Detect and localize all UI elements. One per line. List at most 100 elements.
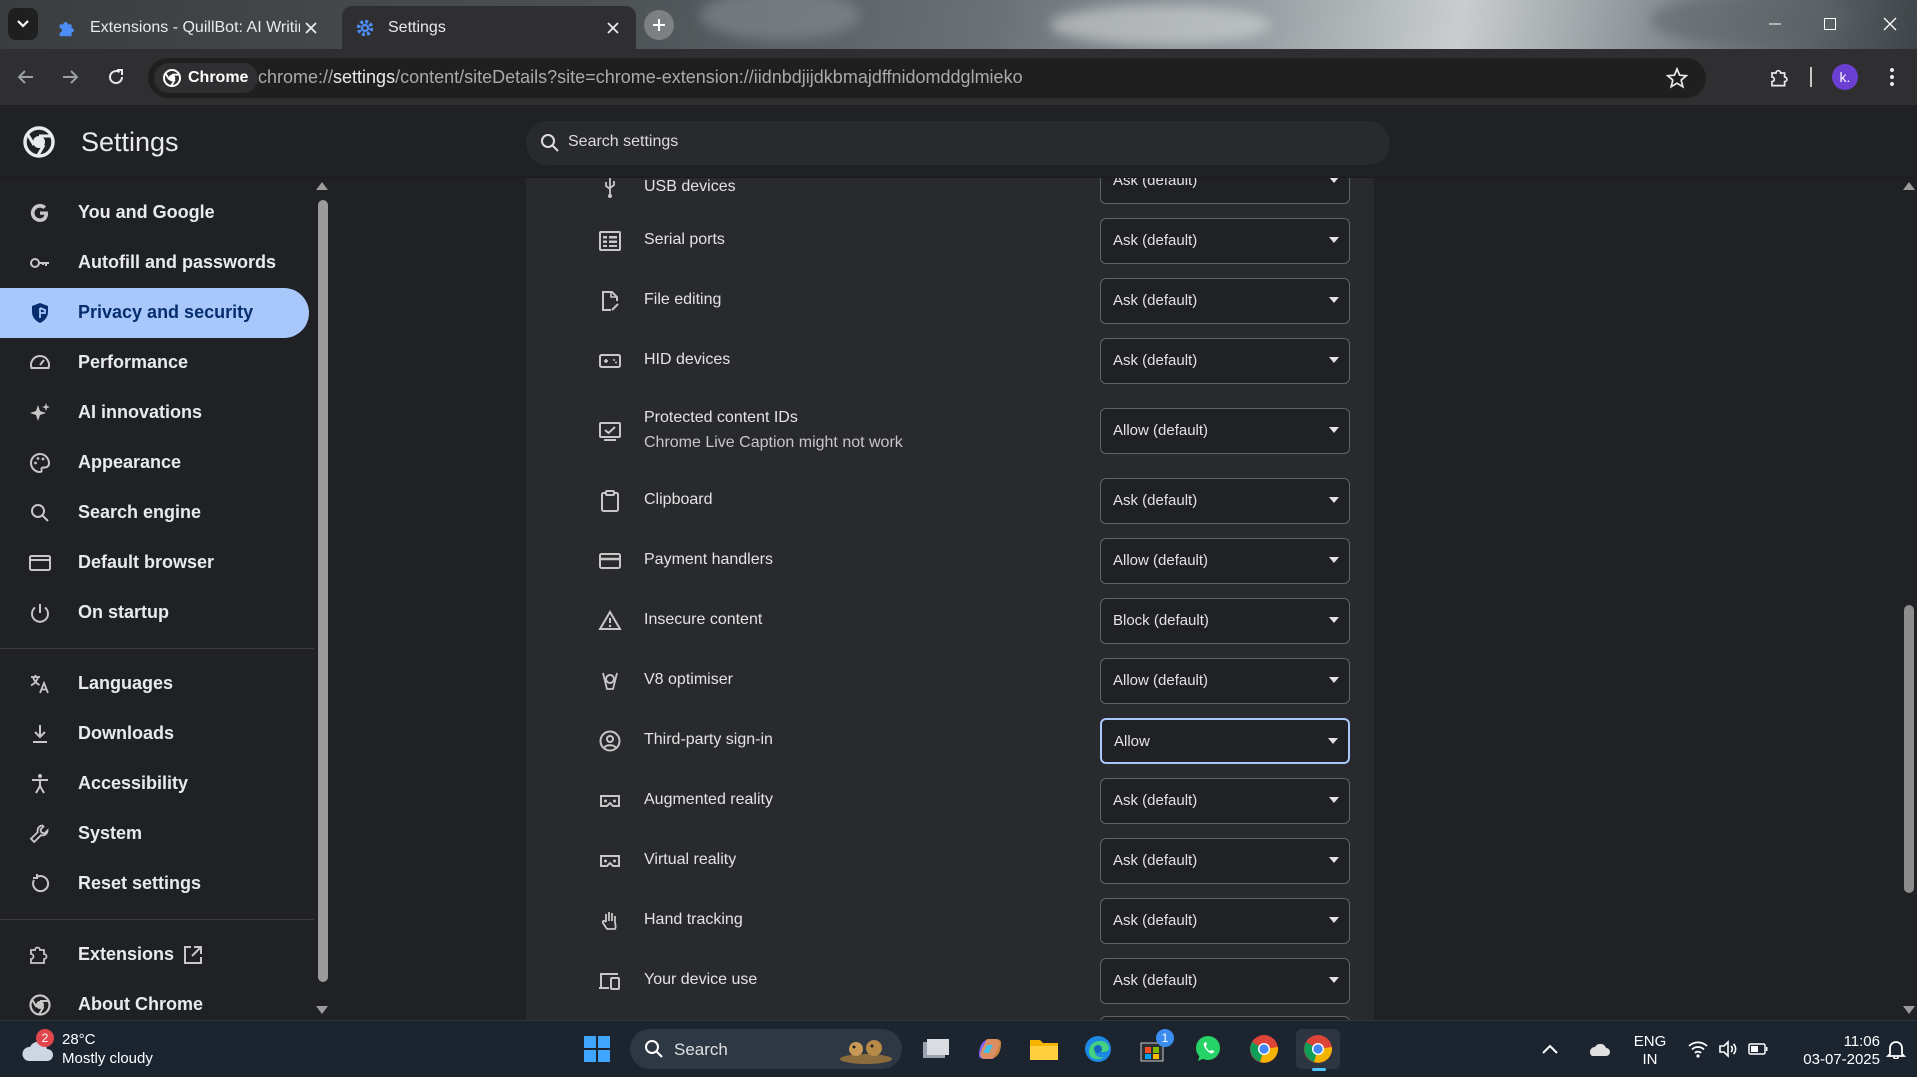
sidebar-item-languages[interactable]: Languages bbox=[0, 659, 309, 709]
file-explorer-button[interactable] bbox=[1022, 1029, 1066, 1069]
main-scrollbar-thumb[interactable] bbox=[1904, 605, 1914, 893]
permission-select[interactable]: Ask (default) bbox=[1100, 178, 1350, 204]
menu-button[interactable] bbox=[1876, 61, 1908, 93]
microsoft-store-button[interactable]: 1 bbox=[1130, 1029, 1174, 1069]
whatsapp-button[interactable] bbox=[1186, 1029, 1230, 1069]
sidebar-scrollbar-thumb[interactable] bbox=[318, 200, 328, 982]
select-value: Allow bbox=[1114, 733, 1150, 750]
permission-select[interactable]: Ask (default) bbox=[1100, 958, 1350, 1004]
scroll-up-icon bbox=[316, 182, 328, 190]
forward-button[interactable] bbox=[54, 61, 86, 93]
permission-label: USB devices bbox=[644, 178, 736, 195]
scroll-down-icon[interactable] bbox=[1903, 1006, 1915, 1014]
tab-search-button[interactable] bbox=[8, 8, 38, 40]
start-button[interactable] bbox=[575, 1029, 619, 1069]
select-value: Allow (default) bbox=[1113, 672, 1209, 689]
minimize-button[interactable] bbox=[1755, 8, 1795, 40]
scroll-up-icon[interactable] bbox=[1903, 182, 1915, 190]
url-text[interactable]: chrome://settings/content/siteDetails?si… bbox=[258, 67, 1023, 88]
language-indicator[interactable]: ENG IN bbox=[1628, 1033, 1672, 1069]
close-window-button[interactable] bbox=[1870, 8, 1910, 40]
select-value: Ask (default) bbox=[1113, 912, 1198, 929]
permission-select[interactable]: Ask (default) bbox=[1100, 278, 1350, 324]
permission-select[interactable]: Allow (default) bbox=[1100, 408, 1350, 454]
permission-select[interactable]: Ask (default) bbox=[1100, 338, 1350, 384]
windows-logo-icon bbox=[584, 1036, 610, 1062]
close-icon bbox=[1883, 17, 1897, 31]
task-view-button[interactable] bbox=[914, 1029, 958, 1069]
copilot-button[interactable] bbox=[968, 1029, 1012, 1069]
edge-button[interactable] bbox=[1076, 1029, 1120, 1069]
tab-extensions[interactable]: Extensions - QuillBot: AI Writing bbox=[44, 6, 334, 49]
permission-label: Your device use bbox=[644, 971, 758, 988]
permission-select[interactable]: Block (default) bbox=[1100, 598, 1350, 644]
permission-select[interactable]: Ask (default) bbox=[1100, 778, 1350, 824]
permission-select[interactable]: Ask (default) bbox=[1100, 838, 1350, 884]
chrome-active-button[interactable] bbox=[1296, 1029, 1340, 1071]
permission-select[interactable]: Allow (default) bbox=[1100, 658, 1350, 704]
permission-label: Clipboard bbox=[644, 491, 713, 508]
notifications-button[interactable] bbox=[1880, 1029, 1912, 1069]
scroll-down-icon bbox=[316, 1006, 328, 1014]
shield-icon bbox=[32, 303, 48, 323]
search-settings-input[interactable]: Search settings bbox=[526, 121, 1390, 165]
weather-widget[interactable]: 2 28°C Mostly cloudy bbox=[18, 1029, 218, 1073]
sidebar-item-system[interactable]: System bbox=[0, 809, 309, 859]
hand-icon bbox=[601, 912, 617, 930]
quick-settings-button[interactable] bbox=[1684, 1029, 1772, 1069]
new-tab-button[interactable] bbox=[644, 10, 674, 40]
usb-icon bbox=[605, 178, 615, 198]
permission-row-hid-devices: HID devices Ask (default) bbox=[526, 331, 1374, 391]
tab-settings[interactable]: Settings bbox=[342, 6, 636, 49]
clipboard-icon bbox=[601, 490, 619, 512]
url-path: /content/siteDetails?site=chrome-extensi… bbox=[395, 67, 1023, 87]
permission-row-virtual-reality: Virtual reality Ask (default) bbox=[526, 831, 1374, 891]
taskbar-search[interactable]: Search bbox=[630, 1029, 902, 1069]
back-button[interactable] bbox=[10, 61, 42, 93]
star-icon bbox=[1666, 67, 1688, 89]
sidebar-item-ai-innovations[interactable]: AI innovations bbox=[0, 388, 309, 438]
permission-select[interactable]: Ask (default) bbox=[1100, 218, 1350, 264]
site-info-chip[interactable]: Chrome bbox=[154, 63, 259, 93]
sidebar-item-privacy-and-security[interactable]: Privacy and security bbox=[0, 288, 309, 338]
sidebar-item-about-chrome[interactable]: About Chrome bbox=[0, 980, 309, 1020]
permission-select[interactable]: Ask (default) bbox=[1100, 478, 1350, 524]
sidebar-item-reset-settings[interactable]: Reset settings bbox=[0, 859, 309, 909]
protected-content-icon bbox=[599, 422, 621, 441]
permission-select[interactable]: Allow bbox=[1100, 718, 1350, 764]
sidebar-item-default-browser[interactable]: Default browser bbox=[0, 538, 309, 588]
reload-button[interactable] bbox=[100, 61, 132, 93]
address-bar[interactable]: Chrome chrome://settings/content/siteDet… bbox=[148, 58, 1706, 98]
sidebar-item-autofill[interactable]: Autofill and passwords bbox=[0, 238, 309, 288]
sidebar-item-on-startup[interactable]: On startup bbox=[0, 588, 309, 638]
weather-temp: 28°C bbox=[62, 1031, 96, 1048]
task-view-icon bbox=[923, 1039, 949, 1058]
sidebar-item-extensions[interactable]: Extensions bbox=[0, 930, 309, 980]
onedrive-button[interactable] bbox=[1580, 1029, 1616, 1069]
bookmark-button[interactable] bbox=[1666, 67, 1688, 89]
show-hidden-icons-button[interactable] bbox=[1538, 1029, 1562, 1069]
sidebar-item-label: Performance bbox=[78, 352, 189, 372]
chrome-button[interactable] bbox=[1242, 1029, 1286, 1069]
chevron-down-icon bbox=[17, 20, 29, 28]
permission-select[interactable]: Allow (default) bbox=[1100, 538, 1350, 584]
maximize-button[interactable] bbox=[1810, 8, 1850, 40]
permission-row-serial-ports: Serial ports Ask (default) bbox=[526, 211, 1374, 271]
extensions-button[interactable] bbox=[1764, 61, 1796, 93]
weather-alert-badge: 2 bbox=[36, 1029, 54, 1047]
sidebar-item-appearance[interactable]: Appearance bbox=[0, 438, 309, 488]
close-tab-button[interactable] bbox=[300, 17, 322, 39]
sidebar-item-downloads[interactable]: Downloads bbox=[0, 709, 309, 759]
volume-icon bbox=[1719, 1040, 1737, 1058]
clock[interactable]: 11:06 03-07-2025 bbox=[1780, 1033, 1880, 1069]
chevron-down-icon bbox=[1329, 427, 1339, 433]
sidebar-item-you-and-google[interactable]: You and Google bbox=[0, 188, 309, 238]
sidebar-item-accessibility[interactable]: Accessibility bbox=[0, 759, 309, 809]
sidebar-item-search-engine[interactable]: Search engine bbox=[0, 488, 309, 538]
close-tab-button[interactable] bbox=[602, 17, 624, 39]
permission-select[interactable]: Ask (default) bbox=[1100, 898, 1350, 944]
profile-avatar[interactable]: k. bbox=[1832, 64, 1858, 90]
sidebar-item-performance[interactable]: Performance bbox=[0, 338, 309, 388]
select-value: Ask (default) bbox=[1113, 852, 1198, 869]
permission-row-insecure-content: Insecure content Block (default) bbox=[526, 591, 1374, 651]
